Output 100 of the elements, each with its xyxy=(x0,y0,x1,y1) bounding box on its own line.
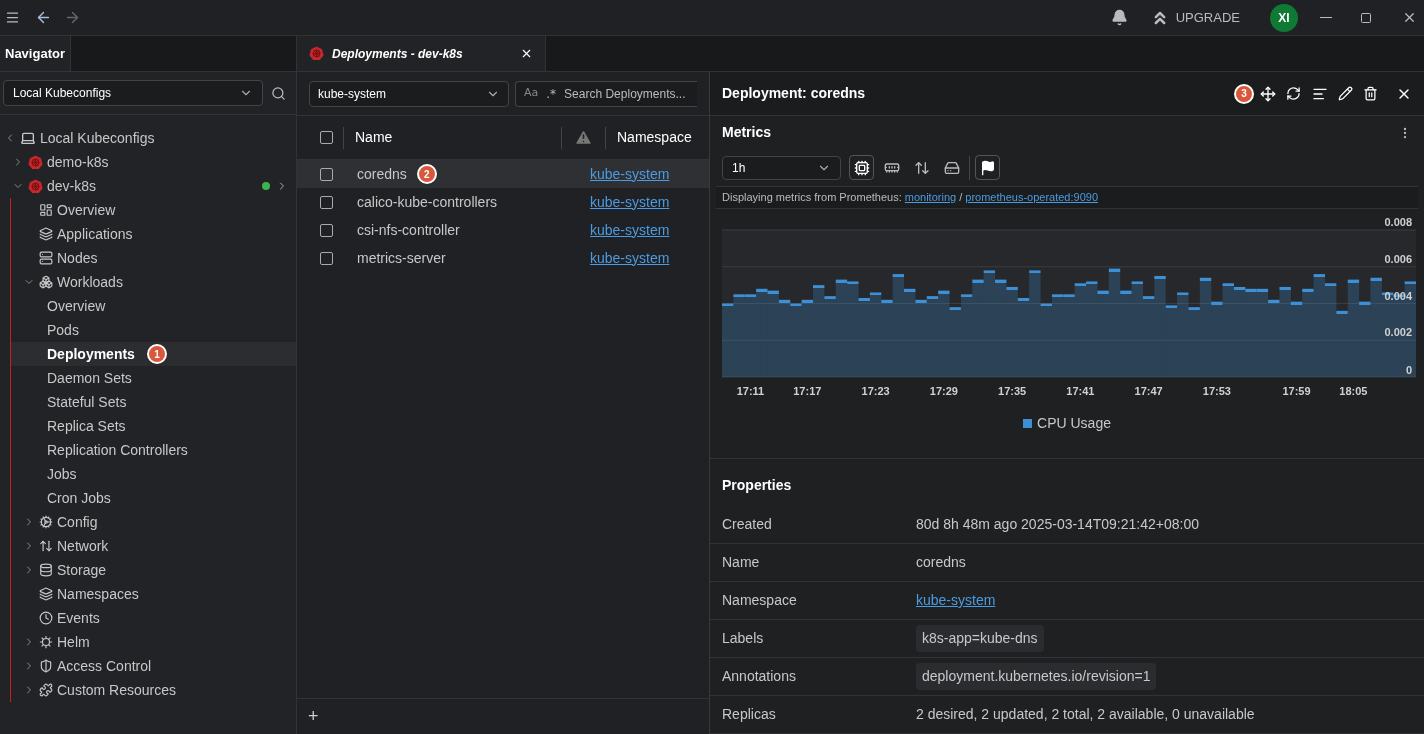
tree-item[interactable]: Replication Controllers xyxy=(11,438,296,462)
tree-item[interactable]: Jobs xyxy=(11,462,296,486)
notifications-button[interactable] xyxy=(1110,9,1128,26)
column-header[interactable]: Name xyxy=(355,127,561,148)
tree-item[interactable]: Namespaces xyxy=(11,582,296,606)
close-icon[interactable] xyxy=(520,47,533,60)
kubernetes-icon xyxy=(28,154,43,170)
step-marker: 3 xyxy=(1234,83,1254,104)
tree-label: Overview xyxy=(57,200,116,220)
navigator-tab[interactable]: Navigator xyxy=(0,36,71,71)
namespace-link[interactable]: kube-system xyxy=(590,163,670,185)
regex-toggle[interactable]: .* xyxy=(546,84,557,103)
tree-item[interactable]: Network xyxy=(11,534,296,558)
property-label: Replicas xyxy=(721,705,777,724)
tree-item[interactable]: Access Control xyxy=(11,654,296,678)
section-title: Properties xyxy=(721,476,793,495)
axis-label: 18:05 xyxy=(1339,385,1368,397)
row-checkbox[interactable] xyxy=(320,195,333,209)
tree-label: Access Control xyxy=(57,656,152,676)
menu-button[interactable] xyxy=(5,10,21,25)
document-tab[interactable]: Deployments - dev-k8s xyxy=(297,36,546,71)
tree-label: Replica Sets xyxy=(47,416,126,436)
table-row[interactable]: coredns 2 kube-system xyxy=(297,160,709,188)
section-title: Metrics xyxy=(722,123,772,143)
property-link[interactable]: kube-system xyxy=(916,590,996,611)
table-row[interactable]: metrics-server kube-system xyxy=(297,244,709,272)
tree-item[interactable]: Deployments 1 xyxy=(11,342,296,366)
source-link[interactable]: prometheus-operated:9090 xyxy=(965,189,1099,206)
metric-tab[interactable] xyxy=(975,155,1000,181)
search-button[interactable] xyxy=(271,85,286,101)
close-icon xyxy=(1402,10,1417,25)
namespace-select[interactable]: kube-system xyxy=(309,80,509,107)
tree-item[interactable]: Events xyxy=(11,606,296,630)
tree-item[interactable]: demo-k8s xyxy=(0,150,296,174)
metric-tab[interactable] xyxy=(849,155,874,181)
row-checkbox[interactable] xyxy=(320,251,333,265)
minimize-button[interactable] xyxy=(1320,16,1332,19)
tree-item[interactable]: Overview xyxy=(11,198,296,222)
source-link[interactable]: monitoring xyxy=(904,189,957,206)
arrows-icon xyxy=(39,539,53,553)
layers-icon xyxy=(39,227,53,241)
axis-label: 17:53 xyxy=(1202,385,1231,397)
tree-label: Pods xyxy=(47,320,79,340)
property-label: Created xyxy=(721,515,773,534)
move-button[interactable] xyxy=(1260,85,1276,102)
tree-item[interactable]: Replica Sets xyxy=(11,414,296,438)
namespace-link[interactable]: kube-system xyxy=(590,191,670,213)
tree-item[interactable]: Daemon Sets xyxy=(11,366,296,390)
upgrade-button[interactable]: UPGRADE xyxy=(1149,7,1240,28)
match-case-toggle[interactable]: Aa xyxy=(524,85,539,102)
maximize-button[interactable] xyxy=(1360,11,1372,24)
tree-label: Stateful Sets xyxy=(47,392,127,412)
tree-item[interactable]: Overview xyxy=(11,294,296,318)
add-button[interactable]: + xyxy=(308,703,319,730)
tree-item[interactable]: Stateful Sets xyxy=(11,390,296,414)
back-button[interactable] xyxy=(35,9,52,26)
tree-item[interactable]: dev-k8s xyxy=(0,174,296,198)
tree-item[interactable]: Cron Jobs xyxy=(11,486,296,510)
property-value: 80d 8h 48m ago 2025-03-14T09:21:42+08:00 xyxy=(916,515,1199,534)
tree-item[interactable]: Pods xyxy=(11,318,296,342)
range-select[interactable]: 1h xyxy=(722,155,841,180)
tree-item[interactable]: Applications xyxy=(11,222,296,246)
tree-item[interactable]: Nodes xyxy=(11,246,296,270)
tree-item[interactable]: Custom Resources xyxy=(11,678,296,702)
property-value: 2 desired, 2 updated, 2 total, 2 available, 0 unavailable xyxy=(916,705,1255,724)
column-header[interactable]: Namespace xyxy=(617,127,692,148)
axis-label: 0.002 xyxy=(1384,326,1412,339)
row-checkbox[interactable] xyxy=(320,167,333,181)
axis-label: 17:59 xyxy=(1282,385,1311,397)
tree-label: demo-k8s xyxy=(47,152,109,172)
select-all-checkbox[interactable] xyxy=(320,131,333,144)
table-row[interactable]: calico-kube-controllers kube-system xyxy=(297,188,709,216)
namespace-link[interactable]: kube-system xyxy=(590,219,670,241)
table-row[interactable]: csi-nfs-controller kube-system xyxy=(297,216,709,244)
axis-label: 17:29 xyxy=(929,385,958,397)
search-field[interactable]: Aa .* Search Deployments... xyxy=(515,80,697,107)
avatar[interactable]: XI xyxy=(1270,3,1298,32)
refresh-button[interactable] xyxy=(1286,86,1301,101)
close-button[interactable] xyxy=(1402,10,1417,25)
tree-label: Deployments xyxy=(47,344,135,364)
tree-item[interactable]: Config xyxy=(11,510,296,534)
namespace-link[interactable]: kube-system xyxy=(590,247,670,269)
dashboard-icon xyxy=(39,203,53,217)
tree-label: Jobs xyxy=(47,464,77,484)
tree-item[interactable]: Local Kubeconfigs xyxy=(0,126,296,150)
tree-label: Config xyxy=(57,512,98,532)
tree-item[interactable]: Workloads xyxy=(11,270,296,294)
tree-label: Overview xyxy=(47,296,106,316)
edit-button[interactable] xyxy=(1338,86,1353,101)
tree-label: Namespaces xyxy=(57,584,139,604)
separator-text: / xyxy=(958,190,964,206)
kubernetes-icon xyxy=(309,46,324,61)
axis-label: 0.008 xyxy=(1384,216,1412,228)
tree-item[interactable]: Helm xyxy=(11,630,296,654)
delete-button[interactable] xyxy=(1363,86,1378,101)
tree-item[interactable]: Storage xyxy=(11,558,296,582)
row-checkbox[interactable] xyxy=(320,223,333,237)
axis-label: 17:17 xyxy=(793,385,822,397)
source-select[interactable]: Local Kubeconfigs xyxy=(3,80,263,106)
database-icon xyxy=(39,563,53,577)
